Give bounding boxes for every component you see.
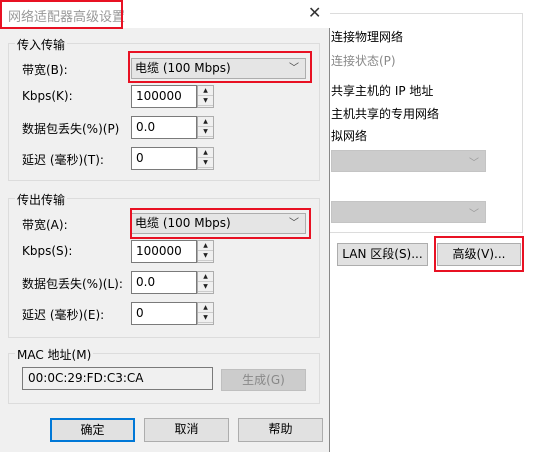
delay-label: 延迟 (毫秒)(T): xyxy=(22,153,104,167)
spinner[interactable]: ▲ ▼ xyxy=(197,240,214,263)
spinner[interactable]: ▲ ▼ xyxy=(197,116,214,139)
bg-option-text: 连接物理网络 xyxy=(331,30,404,44)
down-arrow-icon[interactable]: ▼ xyxy=(198,282,213,292)
kbps-label: Kbps(S): xyxy=(22,244,73,258)
loss-label: 数据包丢失(%)(L): xyxy=(22,277,123,291)
mac-legend: MAC 地址(M) xyxy=(15,346,94,363)
ok-button[interactable]: 确定 xyxy=(50,418,135,442)
spinner[interactable]: ▲ ▼ xyxy=(197,271,214,294)
spinner[interactable]: ▲ ▼ xyxy=(197,147,214,170)
cancel-button[interactable]: 取消 xyxy=(144,418,229,442)
down-arrow-icon[interactable]: ▼ xyxy=(198,251,213,261)
bg-option-text: 主机共享的专用网络 xyxy=(331,107,440,121)
advanced-settings-dialog: 网络适配器高级设置 ✕ 传入传输 带宽(B): 电缆 (100 Mbps) ﹀ K… xyxy=(0,0,330,452)
down-arrow-icon[interactable]: ▼ xyxy=(198,313,213,323)
incoming-kbps-input[interactable]: 100000 xyxy=(131,85,197,108)
bg-option-text: 共享主机的 IP 地址 xyxy=(331,84,434,98)
highlight-box xyxy=(434,236,524,272)
spinner[interactable]: ▲ ▼ xyxy=(197,85,214,108)
help-button[interactable]: 帮助 xyxy=(238,418,323,442)
outgoing-legend: 传出传输 xyxy=(15,191,68,208)
highlight-box xyxy=(128,51,312,83)
outgoing-loss-input[interactable]: 0.0 xyxy=(131,271,197,294)
background-panel xyxy=(300,13,523,233)
bg-disabled-select: ﹀ xyxy=(331,150,486,172)
lan-segment-button[interactable]: LAN 区段(S)... xyxy=(337,243,428,266)
down-arrow-icon[interactable]: ▼ xyxy=(198,158,213,168)
bandwidth-label: 带宽(A): xyxy=(22,218,68,232)
mac-address-field[interactable]: 00:0C:29:FD:C3:CA xyxy=(22,367,213,390)
spinner[interactable]: ▲ ▼ xyxy=(197,302,214,325)
up-arrow-icon[interactable]: ▲ xyxy=(198,86,213,96)
down-arrow-icon[interactable]: ▼ xyxy=(198,96,213,106)
bg-option-text: 拟网络 xyxy=(331,129,368,143)
highlight-box xyxy=(0,0,123,29)
incoming-legend: 传入传输 xyxy=(15,36,68,53)
up-arrow-icon[interactable]: ▲ xyxy=(198,148,213,158)
up-arrow-icon[interactable]: ▲ xyxy=(198,272,213,282)
up-arrow-icon[interactable]: ▲ xyxy=(198,303,213,313)
bg-option-text: 连接状态(P) xyxy=(331,54,396,68)
chevron-down-icon: ﹀ xyxy=(469,158,479,169)
down-arrow-icon[interactable]: ▼ xyxy=(198,127,213,137)
close-icon[interactable]: ✕ xyxy=(308,3,321,22)
outgoing-delay-input[interactable]: 0 xyxy=(131,302,197,325)
up-arrow-icon[interactable]: ▲ xyxy=(198,241,213,251)
bg-disabled-select: ﹀ xyxy=(331,201,486,223)
up-arrow-icon[interactable]: ▲ xyxy=(198,117,213,127)
incoming-loss-input[interactable]: 0.0 xyxy=(131,116,197,139)
generate-button: 生成(G) xyxy=(221,369,306,391)
delay-label: 延迟 (毫秒)(E): xyxy=(22,308,105,322)
outgoing-kbps-input[interactable]: 100000 xyxy=(131,240,197,263)
highlight-box xyxy=(130,208,311,239)
kbps-label: Kbps(K): xyxy=(22,89,73,103)
bandwidth-label: 带宽(B): xyxy=(22,63,68,77)
chevron-down-icon: ﹀ xyxy=(469,209,479,220)
loss-label: 数据包丢失(%)(P) xyxy=(22,122,120,136)
incoming-delay-input[interactable]: 0 xyxy=(131,147,197,170)
